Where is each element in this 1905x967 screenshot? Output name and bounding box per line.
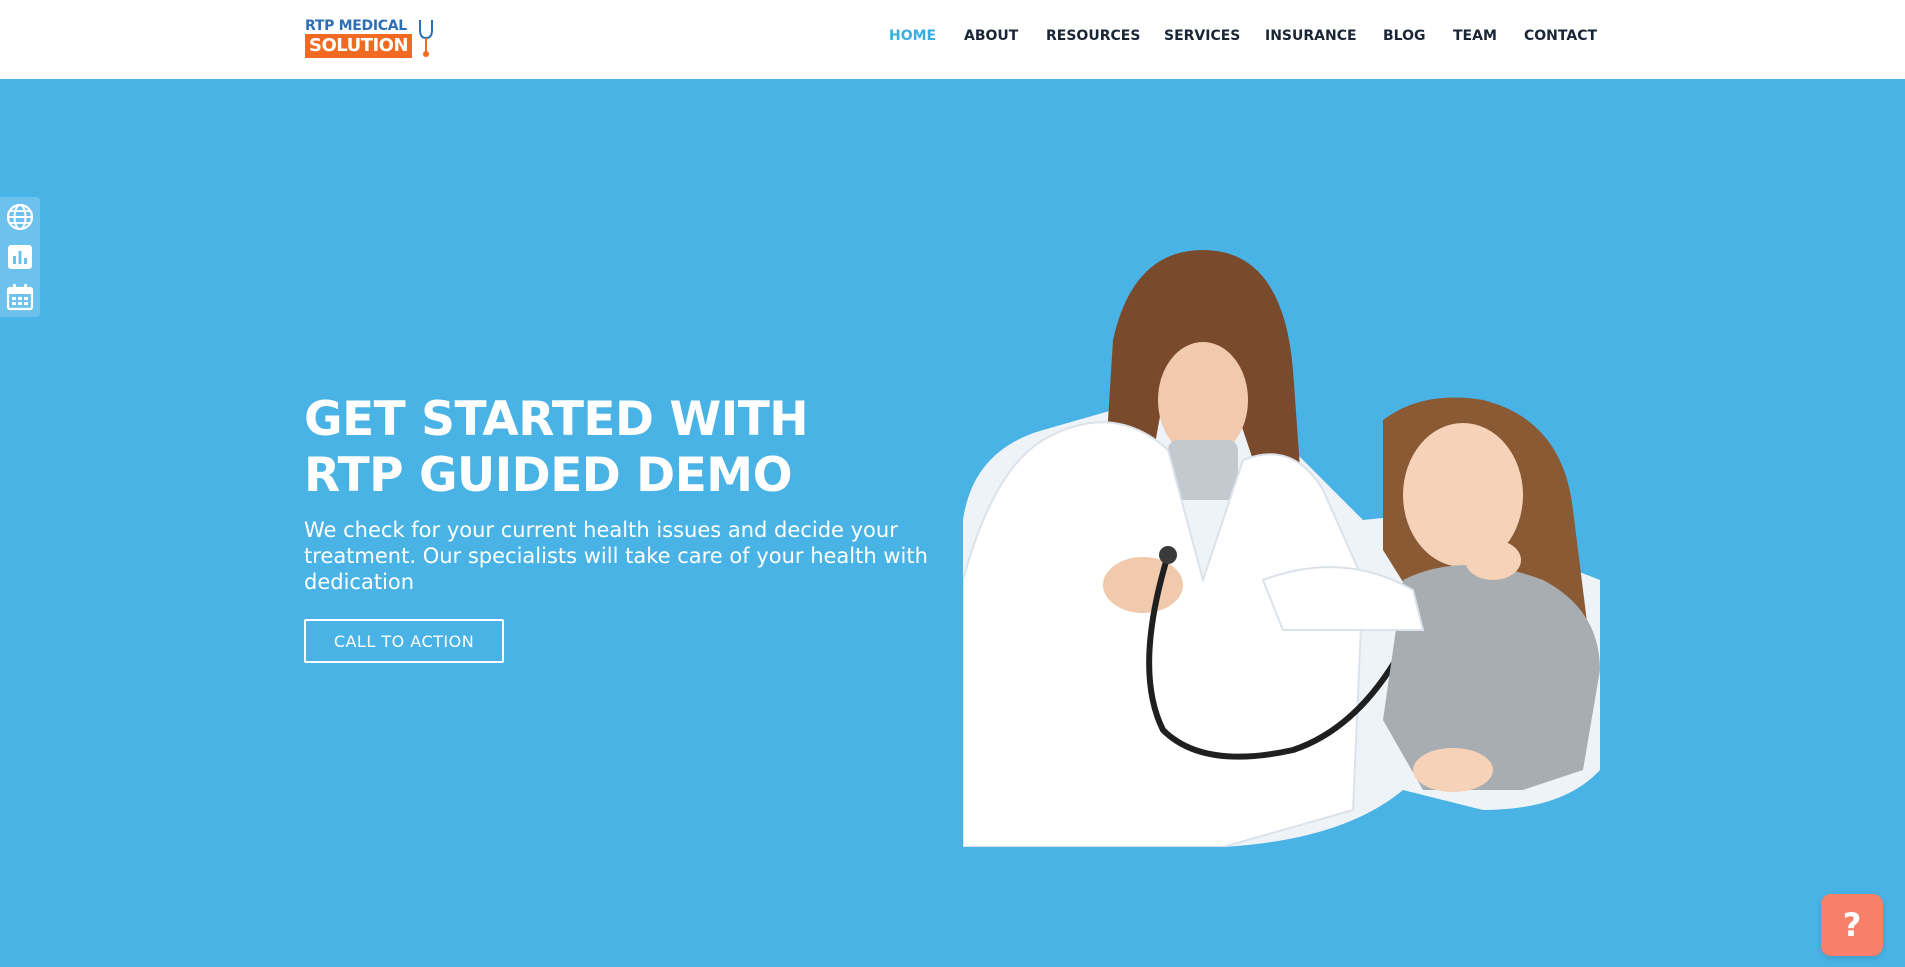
- nav-item-insurance[interactable]: INSURANCE: [1265, 28, 1357, 44]
- side-toolbar: [0, 197, 40, 317]
- hero-description: We check for your current health issues …: [304, 518, 928, 594]
- nav-item-blog[interactable]: BLOG: [1383, 28, 1426, 44]
- hero-image: [963, 250, 1600, 847]
- side-toolbar-button-stats[interactable]: [0, 237, 40, 277]
- nav-item-team[interactable]: TEAM: [1453, 28, 1497, 44]
- site-header: RTP MEDICAL SOLUTION HOME ABOUT RESOURCE…: [0, 0, 1905, 79]
- site-logo[interactable]: RTP MEDICAL SOLUTION: [305, 18, 433, 60]
- nav-item-about[interactable]: ABOUT: [964, 28, 1018, 44]
- stethoscope-logo-icon: [419, 20, 433, 57]
- logo-text-top: RTP MEDICAL: [305, 18, 407, 34]
- side-toolbar-button-language[interactable]: [0, 197, 40, 237]
- help-button[interactable]: ?: [1821, 894, 1883, 956]
- hero-title-line-2: RTP GUIDED DEMO: [304, 448, 793, 503]
- hero-title-line-1: GET STARTED WITH: [304, 392, 809, 447]
- nav-item-contact[interactable]: CONTACT: [1524, 28, 1597, 44]
- globe-icon: [6, 203, 34, 231]
- side-toolbar-button-calendar[interactable]: [0, 277, 40, 317]
- nav-item-home[interactable]: HOME: [889, 28, 936, 44]
- calendar-icon: [6, 284, 34, 311]
- nav-item-resources[interactable]: RESOURCES: [1046, 28, 1140, 44]
- nav-item-services[interactable]: SERVICES: [1164, 28, 1240, 44]
- help-icon: ?: [1842, 906, 1862, 944]
- hero-title: GET STARTED WITH RTP GUIDED DEMO: [304, 392, 924, 504]
- logo-text-bottom: SOLUTION: [305, 34, 413, 58]
- call-to-action-button[interactable]: CALL TO ACTION: [304, 619, 504, 663]
- bar-chart-icon: [8, 245, 32, 269]
